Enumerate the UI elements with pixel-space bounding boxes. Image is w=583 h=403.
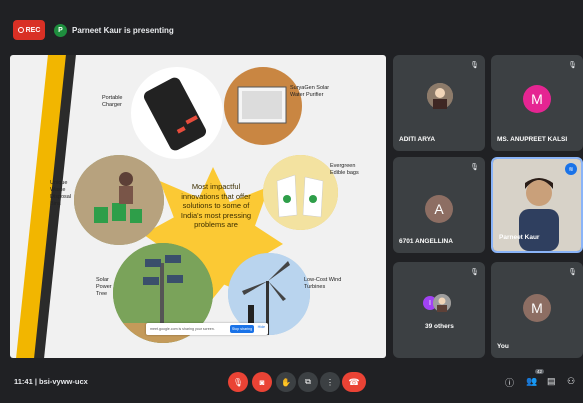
people-count-badge: 42 xyxy=(535,369,545,374)
presenter-avatar: P xyxy=(54,23,67,37)
wind-label: Low-Cost Wind Turbines xyxy=(304,277,342,290)
info-icon[interactable]: ⓘ xyxy=(505,376,514,389)
chat-icon[interactable]: ▤ xyxy=(547,376,556,387)
mic-off-icon: 🎙 xyxy=(568,62,577,69)
tree-label: Solar Power Tree xyxy=(96,277,112,297)
people-icon[interactable]: 👥 xyxy=(526,376,537,387)
top-bar: REC P Parneet Kaur is presenting xyxy=(0,0,583,42)
mic-off-icon: 🎙 xyxy=(470,269,479,276)
participant-name: 6701 ANGELLINA xyxy=(399,238,453,245)
bags-label: Evergreen Edible bags xyxy=(330,163,359,176)
bins-label: Unique Waste Disposal Bins xyxy=(50,180,72,207)
mic-toggle-button[interactable]: 🎙 xyxy=(228,372,248,392)
rec-label: REC xyxy=(25,26,41,34)
avatar: M xyxy=(523,85,551,113)
participant-tile-self[interactable]: 🎙 M You xyxy=(491,262,583,358)
activities-icon[interactable]: ⚇ xyxy=(567,376,575,387)
mic-off-icon: 🎙 xyxy=(470,164,479,171)
edible-bags-image xyxy=(263,155,338,230)
slide-center-text: Most impactful innovations that offer so… xyxy=(180,182,252,229)
charger-label: Portable Charger xyxy=(102,95,123,108)
record-icon xyxy=(17,27,24,33)
recording-badge[interactable]: REC xyxy=(13,20,45,40)
present-button[interactable]: ⧉ xyxy=(298,372,318,392)
more-options-button[interactable]: ⋮ xyxy=(320,372,340,392)
participant-tile[interactable]: 🎙 M MS. ANUPREET KALSI xyxy=(491,55,583,151)
participant-name: Parneet Kaur xyxy=(499,234,540,241)
hang-up-icon: ☎ xyxy=(348,376,360,387)
others-tile[interactable]: 🎙 I 39 others xyxy=(393,262,485,358)
hide-share-button[interactable]: Hide xyxy=(258,325,265,329)
camera-off-icon: ◙ xyxy=(259,377,265,387)
share-notice-text: meet.google.com is sharing your screen. xyxy=(150,327,215,331)
bottom-bar: 11:41 | bsi-vyww-ucx 🎙 ◙ ✋ ⧉ ⋮ ☎ ⓘ 👥 42 … xyxy=(0,364,583,403)
participant-name: MS. ANUPREET KALSI xyxy=(497,136,568,143)
waste-bins-image xyxy=(74,155,164,245)
participant-tile[interactable]: 🎙 A 6701 ANGELLINA xyxy=(393,157,485,253)
mic-off-icon: 🎙 xyxy=(568,269,577,276)
purifier-label: SuryaGen Solar Water Purifier xyxy=(290,85,330,98)
leave-call-button[interactable]: ☎ xyxy=(342,372,366,392)
meet-window: REC P Parneet Kaur is presenting Most im… xyxy=(0,0,583,403)
mic-off-icon: 🎙 xyxy=(232,377,244,387)
speaking-indicator-icon: ≋ xyxy=(565,163,577,175)
present-icon: ⧉ xyxy=(305,377,311,386)
raise-hand-button[interactable]: ✋ xyxy=(276,372,296,392)
participant-tile[interactable]: 🎙 ADITI ARYA xyxy=(393,55,485,151)
avatar xyxy=(427,83,453,109)
others-count: 39 others xyxy=(425,323,454,330)
avatar: A xyxy=(425,195,453,223)
avatar: M xyxy=(523,294,551,322)
more-icon: ⋮ xyxy=(326,377,334,387)
meeting-info: 11:41 | bsi-vyww-ucx xyxy=(14,377,88,386)
camera-toggle-button[interactable]: ◙ xyxy=(252,372,272,392)
presentation-slide[interactable]: Most impactful innovations that offer so… xyxy=(10,55,386,358)
portable-charger-image xyxy=(131,67,223,159)
solar-purifier-image xyxy=(224,67,302,145)
stop-sharing-button[interactable]: Stop sharing xyxy=(230,325,254,333)
participant-name: ADITI ARYA xyxy=(399,136,436,143)
screen-share-notice: meet.google.com is sharing your screen. … xyxy=(146,323,268,335)
participant-name: You xyxy=(497,343,509,350)
mic-off-icon: 🎙 xyxy=(470,62,479,69)
presenter-text: Parneet Kaur is presenting xyxy=(72,25,174,35)
avatar xyxy=(433,294,451,312)
hand-icon: ✋ xyxy=(281,377,291,387)
presenter-chip[interactable]: P Parneet Kaur is presenting xyxy=(54,20,174,40)
participant-tile-active[interactable]: ≋ Parneet Kaur xyxy=(491,157,583,253)
